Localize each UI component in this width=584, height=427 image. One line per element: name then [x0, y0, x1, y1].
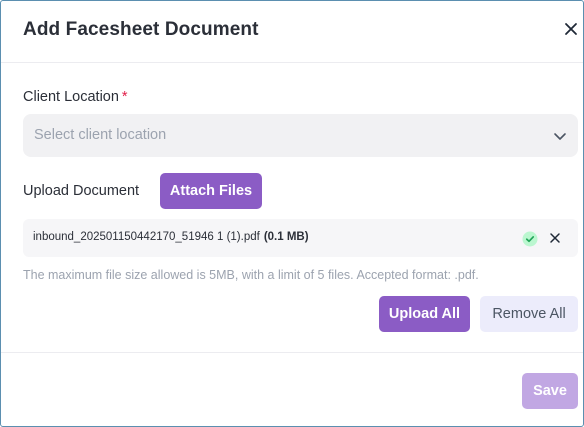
attach-files-button[interactable]: Attach Files — [160, 173, 262, 209]
file-name: inbound_202501150442170_51946 1 (1).pdf(… — [33, 231, 309, 243]
save-button[interactable]: Save — [522, 373, 578, 409]
check-circle-icon — [522, 231, 538, 247]
add-facesheet-dialog: Add Facesheet Document Client Location * … — [0, 0, 584, 427]
close-icon — [565, 23, 577, 35]
dialog-header: Add Facesheet Document — [1, 1, 583, 63]
close-button[interactable] — [561, 19, 581, 39]
upload-helper-text: The maximum file size allowed is 5MB, wi… — [23, 268, 479, 282]
file-name-text: inbound_202501150442170_51946 1 (1).pdf — [33, 231, 260, 243]
close-icon — [550, 233, 560, 243]
remove-all-button[interactable]: Remove All — [480, 296, 578, 332]
footer-divider — [1, 352, 583, 353]
chevron-down-icon — [554, 133, 566, 140]
client-location-label-text: Client Location — [23, 89, 119, 105]
client-location-select[interactable]: Select client location — [23, 114, 578, 157]
remove-file-button[interactable] — [548, 231, 562, 245]
client-location-placeholder: Select client location — [34, 127, 167, 143]
dialog-title: Add Facesheet Document — [23, 19, 259, 40]
upload-document-label: Upload Document — [23, 183, 140, 199]
file-list-item: inbound_202501150442170_51946 1 (1).pdf(… — [23, 219, 578, 257]
required-indicator: * — [121, 89, 128, 105]
file-size: (0.1 MB) — [263, 231, 309, 243]
client-location-label: Client Location * — [23, 89, 128, 105]
upload-all-button[interactable]: Upload All — [379, 296, 470, 332]
